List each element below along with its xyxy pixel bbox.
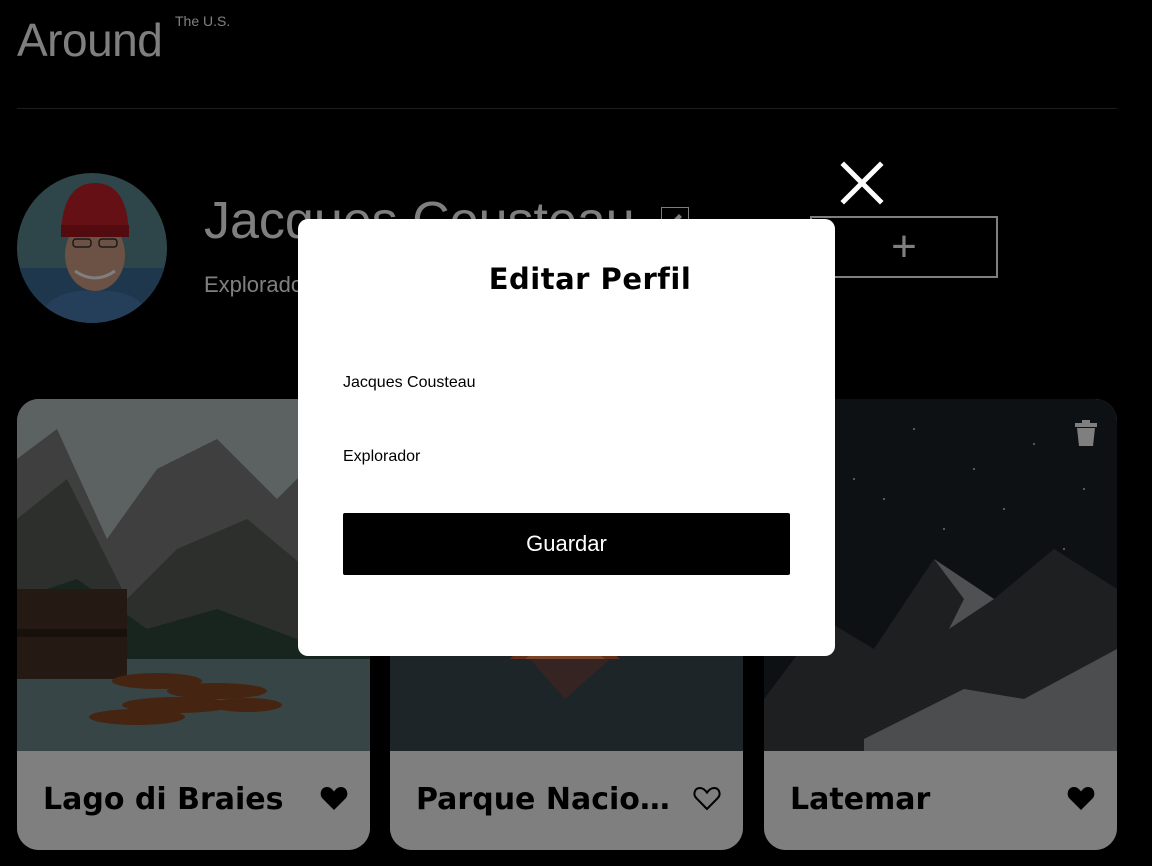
modal-title: Editar Perfil (488, 262, 692, 296)
name-field[interactable] (343, 368, 790, 399)
save-button[interactable]: Guardar (343, 513, 790, 575)
about-field[interactable] (343, 442, 790, 473)
edit-profile-modal: Editar Perfil Guardar (298, 219, 835, 656)
close-modal-button[interactable] (840, 161, 884, 205)
close-icon (840, 161, 884, 205)
